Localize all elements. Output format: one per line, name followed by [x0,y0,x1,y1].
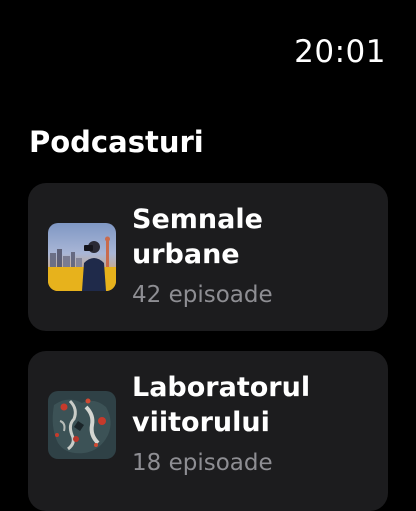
status-time: 20:01 [294,34,386,70]
podcast-card[interactable]: Laboratorul viitorului 18 episoade [28,351,388,511]
podcast-card[interactable]: Semnale urbane 42 episoade [28,183,388,331]
podcast-title: Semnale urbane [132,204,263,270]
page-title: Podcasturi [29,125,204,159]
podcast-episode-count: 42 episoade [132,282,273,308]
podcast-title: Laboratorul viitorului [132,372,311,438]
podcast-artwork-icon [48,223,116,291]
podcast-episode-count: 18 episoade [132,450,273,476]
podcast-artwork-icon [48,391,116,459]
